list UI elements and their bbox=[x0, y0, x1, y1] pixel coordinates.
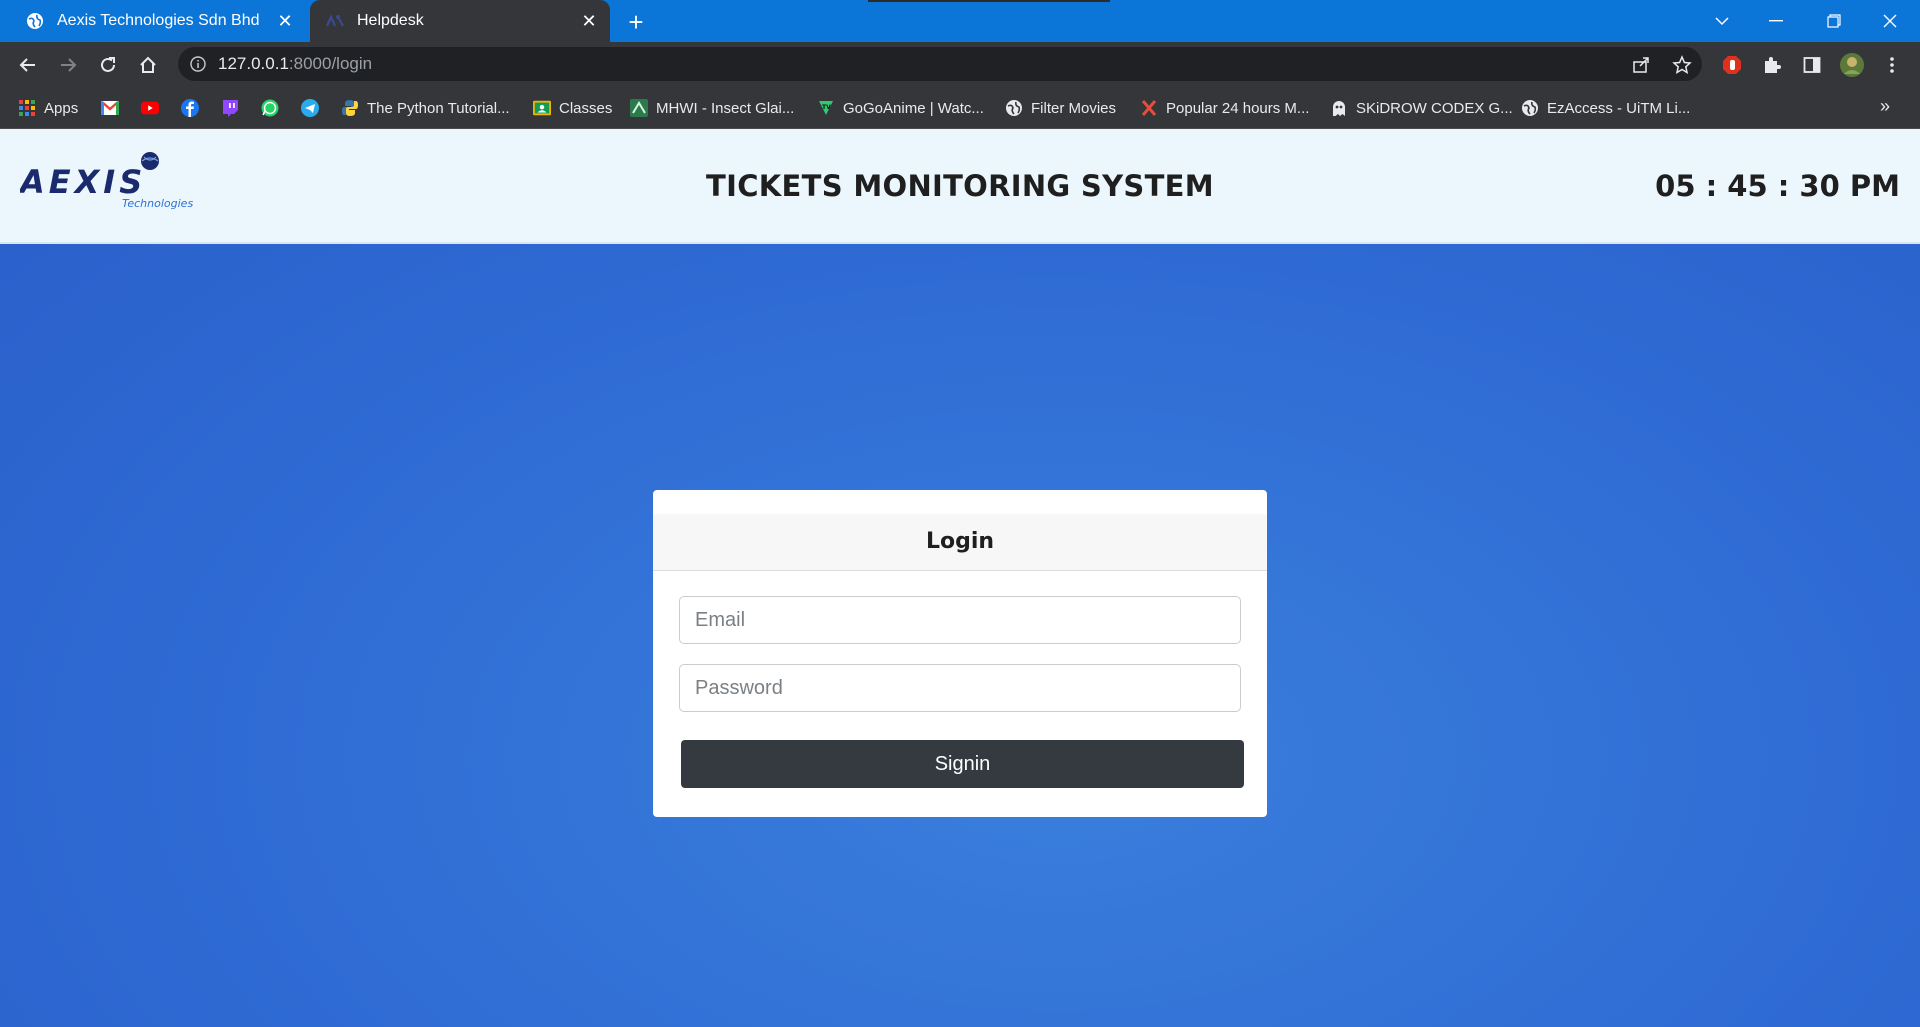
bookmark-telegram[interactable] bbox=[301, 96, 327, 120]
tab-title: Aexis Technologies Sdn Bhd bbox=[57, 12, 260, 29]
forward-icon[interactable] bbox=[52, 49, 84, 81]
side-panel-icon[interactable] bbox=[1798, 51, 1826, 79]
bookmark-mhwi[interactable]: MHWI - Insect Glai... bbox=[630, 96, 794, 120]
new-tab-icon[interactable]: + bbox=[622, 7, 650, 37]
tab-helpdesk[interactable]: Helpdesk ✕ bbox=[310, 0, 610, 42]
bookmark-gmail[interactable] bbox=[101, 96, 127, 120]
tab-search-icon[interactable] bbox=[1708, 8, 1736, 34]
signin-button[interactable]: Signin bbox=[681, 740, 1244, 788]
address-bar[interactable]: 127.0.0.1:8000/login bbox=[178, 47, 1702, 81]
bookmark-label: Classes bbox=[559, 99, 613, 117]
clock-display: 05 : 45 : 30 PM bbox=[1655, 169, 1900, 203]
close-window-icon[interactable] bbox=[1862, 0, 1918, 42]
minimize-icon[interactable] bbox=[1748, 0, 1804, 42]
bookmark-label: MHWI - Insect Glai... bbox=[656, 99, 795, 117]
bookmark-apps[interactable]: Apps bbox=[18, 96, 78, 120]
gogoanime-icon: TV bbox=[817, 99, 835, 117]
site-favicon-icon bbox=[325, 11, 345, 31]
app-header: AEXIS Technologies TICKETS MONITORING SY… bbox=[0, 129, 1920, 244]
youtube-icon bbox=[141, 99, 159, 117]
profile-avatar-icon[interactable] bbox=[1838, 51, 1866, 79]
globe-icon bbox=[1005, 99, 1023, 117]
bookmark-whatsapp[interactable] bbox=[261, 96, 287, 120]
url-host: 127.0.0.1 bbox=[218, 54, 289, 73]
bookmark-ezaccess[interactable]: EzAccess - UiTM Li... bbox=[1521, 96, 1690, 120]
bookmark-label: Filter Movies bbox=[1031, 99, 1117, 117]
bookmark-facebook[interactable] bbox=[181, 96, 207, 120]
bookmark-classes[interactable]: Classes bbox=[533, 96, 612, 120]
x-red-icon bbox=[1140, 99, 1158, 117]
bookmark-label: The Python Tutorial... bbox=[367, 99, 510, 117]
classroom-icon bbox=[533, 99, 551, 117]
bookmark-popular-24h[interactable]: Popular 24 hours M... bbox=[1140, 96, 1309, 120]
reload-icon[interactable] bbox=[92, 49, 124, 81]
page-title: TICKETS MONITORING SYSTEM bbox=[706, 169, 1214, 203]
bookmark-skidrow[interactable]: SKiDROW CODEX G... bbox=[1330, 96, 1513, 120]
tab-title: Helpdesk bbox=[357, 12, 424, 29]
apps-grid-icon bbox=[18, 99, 36, 117]
bookmarks-overflow-button[interactable]: » bbox=[1880, 96, 1890, 117]
globe-icon bbox=[1521, 99, 1539, 117]
bookmark-label: SKiDROW CODEX G... bbox=[1356, 99, 1513, 117]
share-icon[interactable] bbox=[1630, 54, 1652, 76]
bookmark-twitch[interactable] bbox=[221, 96, 247, 120]
telegram-icon bbox=[301, 99, 319, 117]
twitch-icon bbox=[221, 99, 239, 117]
bookmark-youtube[interactable] bbox=[141, 96, 167, 120]
bookmark-gogoanime[interactable]: TV GoGoAnime | Watc... bbox=[817, 96, 984, 120]
menu-icon[interactable] bbox=[1878, 51, 1906, 79]
close-icon[interactable]: ✕ bbox=[274, 10, 296, 32]
bookmark-filter-movies[interactable]: Filter Movies bbox=[1005, 96, 1116, 120]
bookmarks-bar: Apps The Python Tutorial... Classes MHWI… bbox=[0, 87, 1920, 129]
tab-aexis[interactable]: Aexis Technologies Sdn Bhd ✕ bbox=[10, 0, 306, 42]
login-heading: Login bbox=[925, 529, 995, 554]
whatsapp-icon bbox=[261, 99, 279, 117]
close-icon[interactable]: ✕ bbox=[578, 10, 600, 32]
url-path: :8000/login bbox=[288, 54, 373, 73]
login-card: Login Signin bbox=[653, 490, 1267, 817]
url-text: 127.0.0.1:8000/login bbox=[218, 54, 372, 74]
window-drag-handle[interactable] bbox=[868, 0, 1110, 2]
password-field[interactable] bbox=[679, 664, 1241, 712]
restore-icon[interactable] bbox=[1806, 0, 1862, 42]
facebook-icon bbox=[181, 99, 199, 117]
back-icon[interactable] bbox=[12, 49, 44, 81]
adblock-icon[interactable] bbox=[1718, 51, 1746, 79]
ghost-icon bbox=[1330, 99, 1348, 117]
tab-strip: Aexis Technologies Sdn Bhd ✕ Helpdesk ✕ … bbox=[0, 0, 1920, 42]
email-field[interactable] bbox=[679, 596, 1241, 644]
info-icon[interactable] bbox=[188, 54, 208, 74]
home-icon[interactable] bbox=[132, 49, 164, 81]
browser-toolbar: 127.0.0.1:8000/login bbox=[0, 42, 1920, 87]
bookmark-label: EzAccess - UiTM Li... bbox=[1547, 99, 1691, 117]
svg-text:TV: TV bbox=[822, 104, 831, 111]
bookmark-label: Popular 24 hours M... bbox=[1166, 99, 1310, 117]
page-content: AEXIS Technologies TICKETS MONITORING SY… bbox=[0, 129, 1920, 1027]
bookmark-star-icon[interactable] bbox=[1671, 54, 1693, 76]
mhwi-icon bbox=[630, 99, 648, 117]
bookmark-label: Apps bbox=[44, 99, 79, 117]
bookmark-python-tutorial[interactable]: The Python Tutorial... bbox=[341, 96, 510, 120]
extensions-icon[interactable] bbox=[1758, 51, 1786, 79]
bookmark-label: GoGoAnime | Watc... bbox=[843, 99, 984, 117]
globe-icon bbox=[25, 11, 45, 31]
gmail-icon bbox=[101, 99, 119, 117]
python-icon bbox=[341, 99, 359, 117]
login-card-header: Login bbox=[653, 514, 1267, 571]
